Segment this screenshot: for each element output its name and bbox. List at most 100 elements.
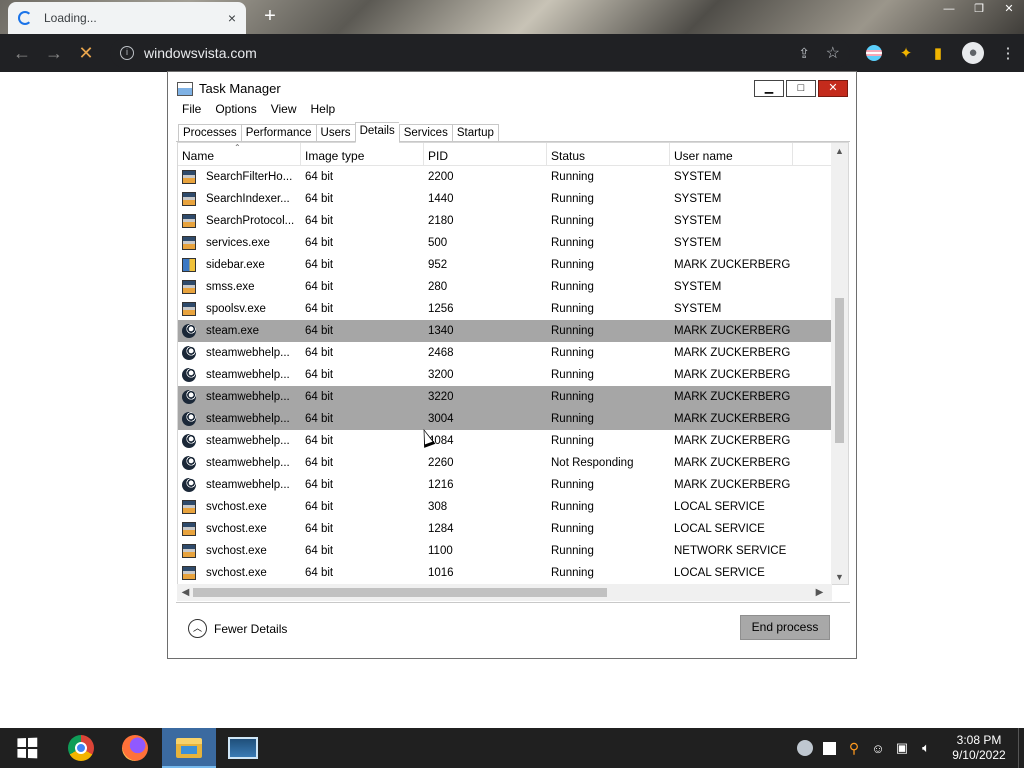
table-row[interactable]: steamwebhelp... 64 bit 3220 Running MARK ZUC… <box>178 386 833 408</box>
process-name: steamwebhelp... <box>206 457 290 469</box>
cell-image-type: 64 bit <box>305 215 334 227</box>
column-header-status[interactable]: Status <box>547 143 670 165</box>
tm-maximize-button[interactable]: □ <box>786 80 816 97</box>
file-explorer-icon <box>176 738 202 758</box>
profile-avatar-icon[interactable]: ● <box>962 42 984 64</box>
taskbar-firefox[interactable] <box>108 728 162 768</box>
process-name: steamwebhelp... <box>206 435 290 447</box>
process-name: SearchFilterHo... <box>206 171 293 183</box>
system-process-icon <box>182 214 196 228</box>
fewer-details-button[interactable]: ︿ Fewer Details <box>188 619 287 638</box>
address-url[interactable]: windowsvista.com <box>144 45 257 61</box>
clock[interactable]: 3:08 PM 9/10/2022 <box>944 733 1014 763</box>
close-browser-button[interactable]: ✕ <box>994 0 1024 20</box>
horizontal-scrollbar[interactable]: ◀ ▶ <box>177 584 832 601</box>
scroll-right-icon[interactable]: ▶ <box>811 584 828 601</box>
side-panel-icon[interactable]: ▮ <box>922 44 954 62</box>
search-tray-icon[interactable]: ⚲ <box>842 740 866 757</box>
show-desktop-button[interactable] <box>1018 728 1024 768</box>
table-row[interactable]: spoolsv.exe 64 bit 1256 Running SYSTEM <box>178 298 833 320</box>
cell-status: Running <box>551 435 594 447</box>
steam-tray-icon[interactable] <box>797 740 813 756</box>
menu-options[interactable]: Options <box>215 102 256 116</box>
network-icon[interactable]: ▣ <box>890 740 914 756</box>
table-row[interactable]: steamwebhelp... 64 bit 3200 Running MARK ZUC… <box>178 364 833 386</box>
cell-user-name: MARK ZUCKERBERG <box>674 325 791 337</box>
table-row[interactable]: svchost.exe 64 bit 1016 Running LOCAL SERVIC… <box>178 562 833 584</box>
share-icon[interactable]: ⇪ <box>798 45 810 62</box>
taskbar-task-manager[interactable] <box>216 728 270 768</box>
forward-arrow-icon[interactable]: → <box>38 37 70 69</box>
tray-app-icon[interactable] <box>823 741 836 755</box>
table-row[interactable]: steamwebhelp... 64 bit 4084 Running MARK ZUC… <box>178 430 833 452</box>
horizontal-scroll-thumb[interactable] <box>193 588 607 597</box>
site-info-icon[interactable]: i <box>120 46 134 60</box>
column-header-pid[interactable]: PID <box>424 143 547 165</box>
tm-close-button[interactable]: ✕ <box>818 80 848 97</box>
cell-status: Running <box>551 193 594 205</box>
minimize-button[interactable]: — <box>934 0 964 20</box>
end-process-button[interactable]: End process <box>740 615 830 640</box>
menu-help[interactable]: Help <box>311 102 336 116</box>
cell-name: svchost.exe <box>178 500 301 514</box>
system-process-icon <box>182 170 196 184</box>
column-header-user-name[interactable]: User name <box>670 143 793 165</box>
column-header-image-type[interactable]: Image type <box>301 143 424 165</box>
table-row[interactable]: steam.exe 64 bit 1340 Running MARK ZUCKERBER… <box>178 320 833 342</box>
menu-file[interactable]: File <box>182 102 201 116</box>
start-button[interactable] <box>0 728 54 768</box>
cell-user-name: MARK ZUCKERBERG <box>674 435 791 447</box>
table-row[interactable]: steamwebhelp... 64 bit 2260 Not Responding M… <box>178 452 833 474</box>
task-manager-window: Task Manager ▁ □ ✕ File Options View Help P… <box>167 71 857 659</box>
taskbar-file-explorer[interactable] <box>162 728 216 768</box>
browser-tab[interactable]: Loading... × <box>8 2 246 34</box>
table-row[interactable]: svchost.exe 64 bit 1284 Running LOCAL SERVIC… <box>178 518 833 540</box>
window-controls: ▁ □ ✕ <box>754 80 848 97</box>
stop-loading-icon[interactable]: ✕ <box>70 37 102 69</box>
tab-details[interactable]: Details <box>354 122 399 143</box>
table-row[interactable]: SearchProtocol... 64 bit 2180 Running SYSTEM <box>178 210 833 232</box>
cell-name: svchost.exe <box>178 566 301 580</box>
column-header-name[interactable]: Name <box>178 143 301 165</box>
table-row[interactable]: services.exe 64 bit 500 Running SYSTEM <box>178 232 833 254</box>
table-row[interactable]: svchost.exe 64 bit 1100 Running NETWORK SERV… <box>178 540 833 562</box>
cell-pid: 4084 <box>428 435 454 447</box>
menu-view[interactable]: View <box>271 102 297 116</box>
restore-button[interactable]: ❐ <box>964 0 994 20</box>
emoji-tray-icon[interactable]: ☺ <box>866 741 890 756</box>
extension-flag-icon[interactable] <box>866 45 882 61</box>
system-process-icon <box>182 280 196 294</box>
volume-icon[interactable]: 🔈︎ <box>914 740 938 756</box>
cell-name: steam.exe <box>178 324 301 338</box>
table-row[interactable]: SearchFilterHo... 64 bit 2200 Running SYSTEM <box>178 166 833 188</box>
bookmark-star-icon[interactable]: ☆ <box>826 43 840 63</box>
extensions-puzzle-icon[interactable]: ✦ <box>890 44 922 62</box>
table-row[interactable]: svchost.exe 64 bit 308 Running LOCAL SERVICE <box>178 496 833 518</box>
system-tray: ⚲ ☺ ▣ 🔈︎ 3:08 PM 9/10/2022 <box>793 728 1024 768</box>
table-row[interactable]: SearchIndexer... 64 bit 1440 Running SYSTEM <box>178 188 833 210</box>
back-arrow-icon[interactable]: ← <box>6 37 38 69</box>
table-row[interactable]: steamwebhelp... 64 bit 3004 Running MARK ZUC… <box>178 408 833 430</box>
cell-image-type: 64 bit <box>305 193 334 205</box>
tm-minimize-button[interactable]: ▁ <box>754 80 784 97</box>
process-name: SearchIndexer... <box>206 193 290 205</box>
tab-close-icon[interactable]: × <box>228 10 236 26</box>
scroll-up-icon[interactable]: ▲ <box>831 143 848 160</box>
cell-image-type: 64 bit <box>305 369 334 381</box>
details-table: ⌃ Name Image type PID Status User name Searc… <box>177 142 849 585</box>
address-bar[interactable]: i windowsvista.com ⇪ ☆ <box>110 38 850 68</box>
table-row[interactable]: steamwebhelp... 64 bit 1216 Running MARK ZUC… <box>178 474 833 496</box>
scroll-left-icon[interactable]: ◀ <box>177 584 194 601</box>
vertical-scroll-thumb[interactable] <box>835 298 844 443</box>
table-row[interactable]: steamwebhelp... 64 bit 2468 Running MARK ZUC… <box>178 342 833 364</box>
vertical-scrollbar[interactable]: ▲ ▼ <box>831 143 848 584</box>
table-row[interactable]: smss.exe 64 bit 280 Running SYSTEM <box>178 276 833 298</box>
new-tab-button[interactable]: + <box>258 4 282 28</box>
browser-menu-icon[interactable]: ⋮ <box>992 44 1024 62</box>
scroll-down-icon[interactable]: ▼ <box>831 569 848 584</box>
steam-icon <box>182 412 196 426</box>
cell-status: Running <box>551 501 594 513</box>
taskbar-chrome[interactable] <box>54 728 108 768</box>
menu-bar: File Options View Help <box>182 102 349 116</box>
table-row[interactable]: sidebar.exe 64 bit 952 Running MARK ZUCKERBE… <box>178 254 833 276</box>
